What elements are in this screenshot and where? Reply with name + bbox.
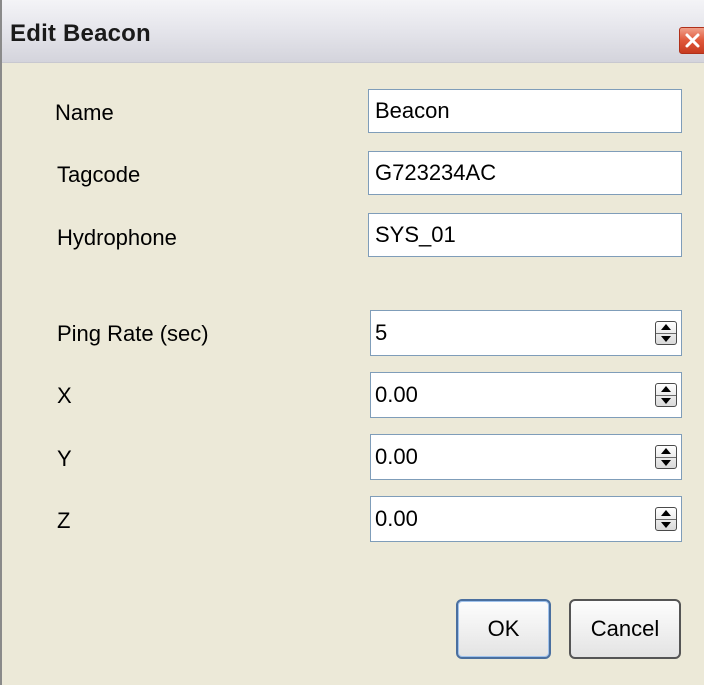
spin-divider xyxy=(656,519,676,520)
hydrophone-label: Hydrophone xyxy=(57,225,177,250)
chevron-up-icon[interactable] xyxy=(661,510,671,516)
tagcode-label: Tagcode xyxy=(57,162,141,187)
hydrophone-field[interactable] xyxy=(368,213,682,257)
chevron-up-icon[interactable] xyxy=(661,324,671,330)
x-spin-buttons[interactable] xyxy=(655,383,677,407)
x-value[interactable]: 0.00 xyxy=(375,373,418,417)
cancel-button[interactable]: Cancel xyxy=(569,599,681,659)
chevron-down-icon[interactable] xyxy=(661,398,671,404)
ping-rate-stepper[interactable]: 5 xyxy=(370,310,682,356)
ping-rate-label: Ping Rate (sec) xyxy=(57,321,209,346)
ping-rate-spin-buttons[interactable] xyxy=(655,321,677,345)
y-spin-buttons[interactable] xyxy=(655,445,677,469)
ping-rate-value[interactable]: 5 xyxy=(375,311,387,355)
z-spin-buttons[interactable] xyxy=(655,507,677,531)
x-label: X xyxy=(57,383,72,408)
y-stepper[interactable]: 0.00 xyxy=(370,434,682,480)
y-label: Y xyxy=(57,446,72,471)
close-icon xyxy=(685,33,700,48)
y-value[interactable]: 0.00 xyxy=(375,435,418,479)
chevron-down-icon[interactable] xyxy=(661,522,671,528)
spin-divider xyxy=(656,333,676,334)
ok-button[interactable]: OK xyxy=(456,599,551,659)
spin-divider xyxy=(656,457,676,458)
tagcode-field[interactable] xyxy=(368,151,682,195)
spin-divider xyxy=(656,395,676,396)
chevron-down-icon[interactable] xyxy=(661,460,671,466)
close-button[interactable] xyxy=(679,27,704,54)
edit-beacon-dialog: Edit Beacon Name Tagcode Hydrophone Ping… xyxy=(0,0,704,685)
chevron-down-icon[interactable] xyxy=(661,336,671,342)
z-label: Z xyxy=(57,508,71,533)
chevron-up-icon[interactable] xyxy=(661,448,671,454)
x-stepper[interactable]: 0.00 xyxy=(370,372,682,418)
name-field[interactable] xyxy=(368,89,682,133)
title-bar[interactable]: Edit Beacon xyxy=(2,0,704,63)
z-value[interactable]: 0.00 xyxy=(375,497,418,541)
dialog-title: Edit Beacon xyxy=(10,20,151,47)
name-label: Name xyxy=(55,100,114,125)
chevron-up-icon[interactable] xyxy=(661,386,671,392)
z-stepper[interactable]: 0.00 xyxy=(370,496,682,542)
